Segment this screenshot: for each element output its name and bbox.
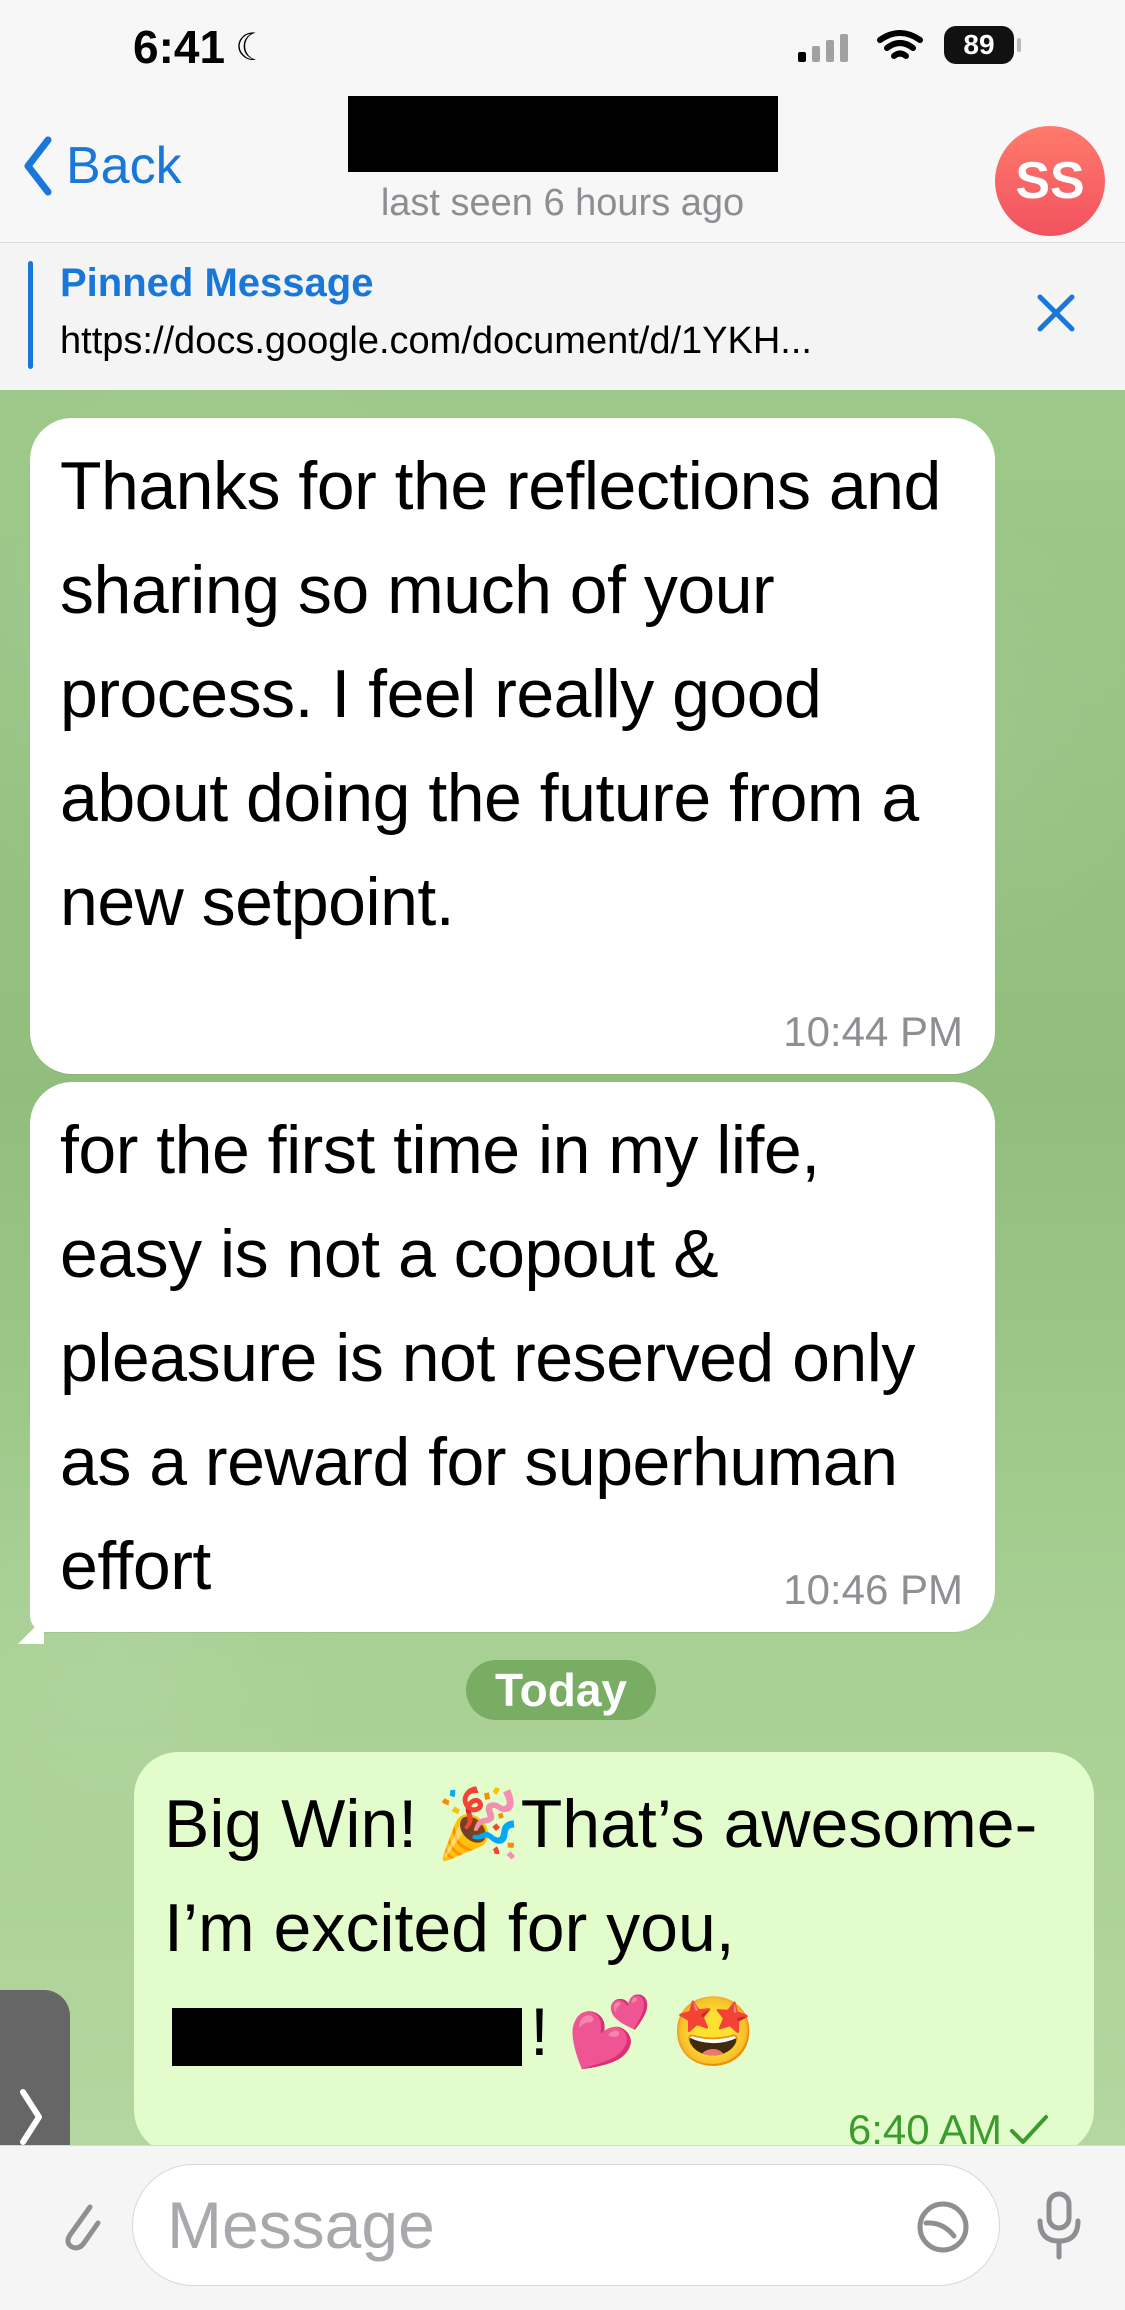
chevron-right-icon xyxy=(20,2089,42,2145)
check-icon xyxy=(1010,2115,1048,2144)
pinned-text: https://docs.google.com/document/d/1YKH.… xyxy=(60,320,812,362)
date-separator: Today xyxy=(466,1660,656,1720)
contact-name-redaction xyxy=(348,96,778,172)
message-text: Thanks for the reflections and sharing s… xyxy=(60,448,941,940)
sticker-icon[interactable] xyxy=(914,2198,972,2256)
message-text: for the first time in my life, easy is n… xyxy=(60,1112,915,1604)
status-bar: 6:41 ☾ 89 xyxy=(0,0,1125,92)
message-input[interactable]: Message xyxy=(132,2164,1000,2286)
pinned-message-bar[interactable]: Pinned Message https://docs.google.com/d… xyxy=(0,242,1125,392)
message-time: 10:44 PM xyxy=(783,1008,963,1055)
message-composer: Message xyxy=(0,2145,1125,2310)
battery-indicator: 89 xyxy=(944,26,1021,64)
chat-area[interactable]: Thanks for the reflections and sharing s… xyxy=(0,390,1125,2154)
incoming-message-bubble[interactable]: for the first time in my life, easy is n… xyxy=(30,1082,995,1632)
moon-icon: ☾ xyxy=(235,26,270,69)
redacted-name xyxy=(172,2008,522,2067)
close-icon[interactable] xyxy=(1034,291,1078,335)
last-seen-status: last seen 6 hours ago xyxy=(380,182,745,224)
pinned-title: Pinned Message xyxy=(60,261,374,305)
pinned-accent-bar xyxy=(28,261,33,369)
outgoing-message-text: Big Win! 🎉That’s awesome- I’m excited fo… xyxy=(164,1786,1038,2070)
incoming-message-bubble[interactable]: Thanks for the reflections and sharing s… xyxy=(30,418,995,1074)
message-time: 10:46 PM xyxy=(783,1566,963,1613)
wifi-icon xyxy=(877,30,923,59)
paperclip-icon[interactable] xyxy=(56,2192,106,2258)
chat-header: Back last seen 6 hours ago SS xyxy=(0,92,1125,242)
outgoing-message-bubble[interactable]: Big Win! 🎉That’s awesome- I’m excited fo… xyxy=(134,1752,1094,2154)
microphone-icon[interactable] xyxy=(1030,2190,1088,2264)
signal-icon xyxy=(798,34,848,62)
status-time: 6:41 ☾ xyxy=(133,21,270,73)
avatar[interactable]: SS xyxy=(995,126,1105,236)
